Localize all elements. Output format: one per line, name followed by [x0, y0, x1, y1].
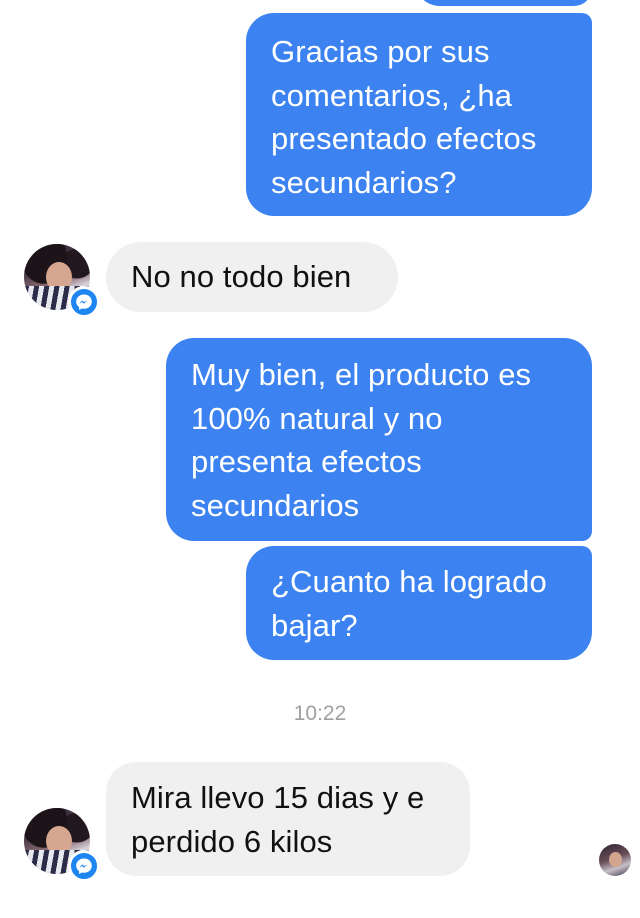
- outgoing-message[interactable]: Muy bien, el producto es 100% natural y …: [166, 338, 592, 541]
- message-line: No no todo bien: [131, 259, 352, 294]
- message-line: Muy bien, el producto es: [191, 357, 532, 392]
- message-line: Gracias por sus: [271, 34, 490, 69]
- seen-avatar-icon: [599, 844, 631, 876]
- message-timestamp: 10:22: [293, 702, 347, 725]
- message-line: presenta efectos: [191, 444, 422, 479]
- message-line: Mira llevo 15 dias y e: [131, 780, 425, 815]
- message-line: secundarios: [191, 487, 360, 523]
- message-line: perdido 6 kilos: [131, 823, 333, 859]
- message-line: ¿Cuanto ha logrado: [271, 564, 547, 599]
- incoming-message[interactable]: Mira llevo 15 dias y e perdido 6 kilos: [106, 762, 470, 876]
- messenger-icon: [68, 850, 100, 882]
- message-line: comentarios, ¿ha: [271, 77, 513, 113]
- outgoing-message[interactable]: ¿Cuanto ha logrado bajar?: [246, 546, 592, 660]
- message-line: 100% natural y no: [191, 400, 443, 436]
- message-line: bajar?: [271, 607, 358, 643]
- message-line: secundarios?: [271, 164, 457, 200]
- outgoing-message-partial[interactable]: [414, 0, 592, 6]
- message-line: presentado efectos: [271, 121, 537, 156]
- outgoing-message[interactable]: Gracias por sus comentarios, ¿ha present…: [246, 13, 592, 216]
- messenger-icon: [68, 286, 100, 318]
- incoming-message[interactable]: No no todo bien: [106, 242, 398, 312]
